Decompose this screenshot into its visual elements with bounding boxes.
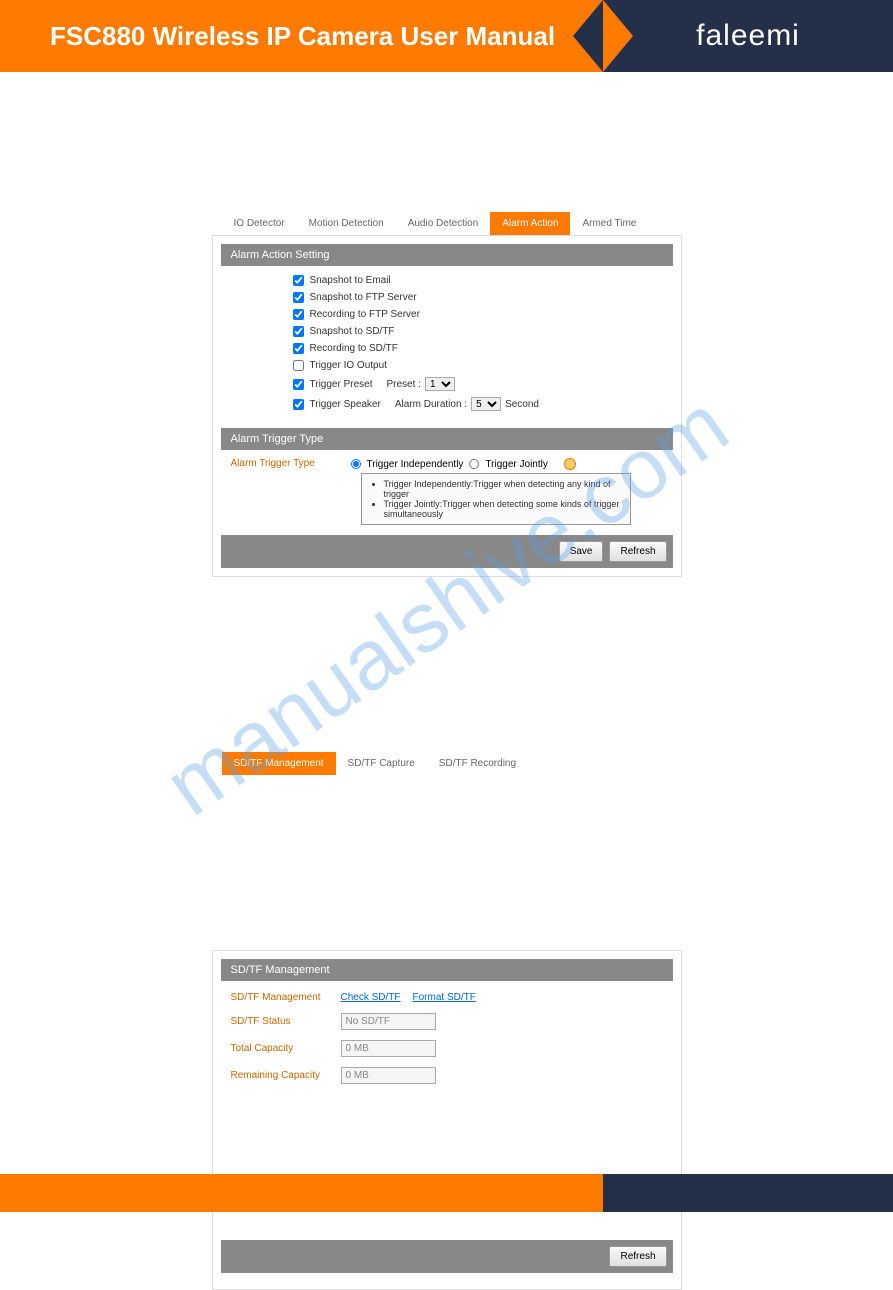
checkbox-recording-sdtf[interactable] <box>293 343 304 354</box>
check-trigger-preset: Trigger Preset Preset :1 <box>213 374 681 394</box>
alarm-duration-select[interactable]: 5 <box>471 397 501 411</box>
tab-audio-detection[interactable]: Audio Detection <box>396 212 491 235</box>
remaining-capacity-row: Remaining Capacity <box>213 1062 681 1089</box>
page-title: FSC880 Wireless IP Camera User Manual <box>50 21 555 52</box>
tab-armed-time[interactable]: Armed Time <box>570 212 648 235</box>
tab-motion-detection[interactable]: Motion Detection <box>297 212 396 235</box>
sdtf-tabs: SD/TF Management SD/TF Capture SD/TF Rec… <box>212 752 682 775</box>
preset-select[interactable]: 1 <box>425 377 455 391</box>
sdtf-button-bar: Refresh <box>221 1240 673 1273</box>
header-right: faleemi <box>603 0 893 72</box>
checkbox-trigger-preset[interactable] <box>293 379 304 390</box>
checkbox-snapshot-email[interactable] <box>293 275 304 286</box>
radio-trigger-jointly[interactable] <box>469 459 479 469</box>
checkbox-recording-ftp[interactable] <box>293 309 304 320</box>
check-recording-sdtf: Recording to SD/TF <box>213 340 681 357</box>
tab-sdtf-recording[interactable]: SD/TF Recording <box>427 752 528 775</box>
trigger-tooltip: Trigger Independently:Trigger when detec… <box>361 473 631 525</box>
check-sdtf-link[interactable]: Check SD/TF <box>341 992 401 1003</box>
check-snapshot-email: Snapshot to Email <box>213 272 681 289</box>
format-sdtf-link[interactable]: Format SD/TF <box>413 992 476 1003</box>
alarm-button-bar: Save Refresh <box>221 535 673 568</box>
check-recording-ftp: Recording to FTP Server <box>213 306 681 323</box>
checkbox-trigger-io[interactable] <box>293 360 304 371</box>
save-button[interactable]: Save <box>559 541 604 562</box>
help-icon[interactable] <box>564 458 576 470</box>
check-trigger-speaker: Trigger Speaker Alarm Duration :5Second <box>213 394 681 414</box>
alarm-action-panel: Alarm Action Setting Snapshot to Email S… <box>212 235 682 577</box>
page-footer <box>0 1174 893 1212</box>
alarm-tabs: IO Detector Motion Detection Audio Detec… <box>212 212 682 235</box>
remaining-capacity-field <box>341 1067 436 1084</box>
checkbox-trigger-speaker[interactable] <box>293 399 304 410</box>
sdtf-section-header: SD/TF Management <box>221 959 673 981</box>
checkbox-snapshot-ftp[interactable] <box>293 292 304 303</box>
check-trigger-io: Trigger IO Output <box>213 357 681 374</box>
page-header: FSC880 Wireless IP Camera User Manual fa… <box>0 0 893 72</box>
sdtf-panel: SD/TF Management SD/TF Management Check … <box>212 950 682 1290</box>
brand-logo: faleemi <box>696 19 800 53</box>
tab-io-detector[interactable]: IO Detector <box>222 212 297 235</box>
radio-trigger-independent[interactable] <box>351 459 361 469</box>
alarm-trigger-section-header: Alarm Trigger Type <box>221 428 673 450</box>
sdtf-refresh-button[interactable]: Refresh <box>609 1246 666 1267</box>
trigger-type-row: Alarm Trigger Type Trigger Independently… <box>213 450 681 470</box>
tab-alarm-action[interactable]: Alarm Action <box>490 212 570 235</box>
total-capacity-field <box>341 1040 436 1057</box>
tab-sdtf-management[interactable]: SD/TF Management <box>222 752 336 775</box>
alarm-action-section-header: Alarm Action Setting <box>221 244 673 266</box>
checkbox-snapshot-sdtf[interactable] <box>293 326 304 337</box>
footer-left <box>0 1174 603 1212</box>
sdtf-status-field <box>341 1013 436 1030</box>
footer-right <box>603 1174 893 1212</box>
check-snapshot-ftp: Snapshot to FTP Server <box>213 289 681 306</box>
header-left: FSC880 Wireless IP Camera User Manual <box>0 0 603 72</box>
sdtf-management-row: SD/TF Management Check SD/TF Format SD/T… <box>213 987 681 1008</box>
sdtf-status-row: SD/TF Status <box>213 1008 681 1035</box>
check-snapshot-sdtf: Snapshot to SD/TF <box>213 323 681 340</box>
tab-sdtf-capture[interactable]: SD/TF Capture <box>336 752 427 775</box>
total-capacity-row: Total Capacity <box>213 1035 681 1062</box>
refresh-button[interactable]: Refresh <box>609 541 666 562</box>
trigger-type-label: Alarm Trigger Type <box>231 458 351 470</box>
